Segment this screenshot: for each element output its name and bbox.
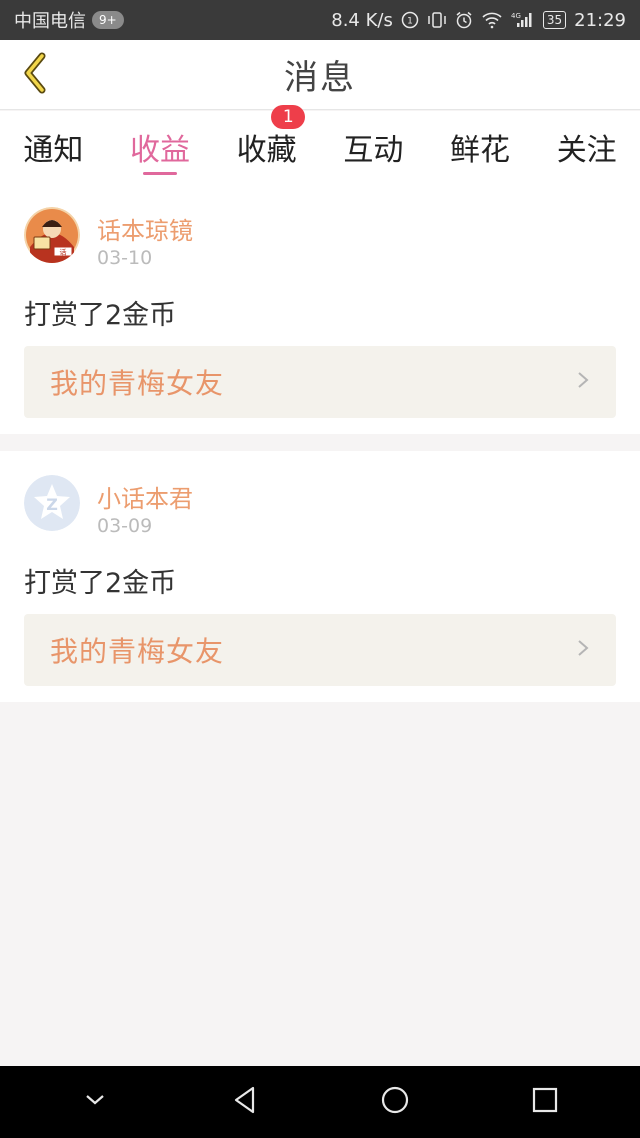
- svg-text:4G: 4G: [511, 12, 521, 20]
- book-link[interactable]: 我的青梅女友: [24, 346, 616, 418]
- message-date: 03-10: [97, 247, 153, 269]
- tab-favorites[interactable]: 收藏 1: [213, 105, 320, 183]
- sender-name[interactable]: 话本琼镜: [97, 211, 193, 246]
- avatar[interactable]: 话: [24, 207, 80, 263]
- alarm-icon: [455, 11, 473, 29]
- hd-call-icon: 1: [401, 11, 419, 29]
- svg-text:话: 话: [60, 248, 67, 257]
- message-tabs: 通知 收益 收藏 1 互动 鲜花 关注: [0, 105, 640, 183]
- square-recents-icon: [531, 1086, 559, 1118]
- clock: 21:29: [574, 9, 626, 31]
- tab-following[interactable]: 关注: [533, 111, 640, 183]
- tab-flowers[interactable]: 鲜花: [427, 111, 534, 183]
- home-nav-button[interactable]: [365, 1072, 425, 1132]
- carrier-label: 中国电信: [14, 11, 86, 32]
- vibrate-icon: [427, 11, 447, 29]
- active-tab-indicator: [143, 172, 177, 175]
- book-title: 我的青梅女友: [50, 367, 225, 400]
- chevron-right-icon: [576, 370, 590, 394]
- system-nav-bar: [0, 1066, 640, 1138]
- svg-text:Z: Z: [46, 495, 58, 514]
- status-left: 中国电信 9+: [14, 7, 124, 33]
- battery-icon: 35: [542, 11, 567, 29]
- avatar[interactable]: Z: [24, 475, 80, 531]
- chevron-down-icon: [83, 1092, 107, 1112]
- network-speed: 8.4 K/s: [331, 9, 393, 31]
- back-nav-button[interactable]: [215, 1072, 275, 1132]
- status-right: 8.4 K/s 1 4G 35 21:29: [331, 10, 626, 31]
- svg-text:1: 1: [407, 17, 413, 27]
- sender-name[interactable]: 小话本君: [97, 479, 193, 514]
- page-title: 消息: [284, 58, 356, 98]
- book-link[interactable]: 我的青梅女友: [24, 614, 616, 686]
- tab-earnings[interactable]: 收益: [107, 111, 214, 183]
- message-date: 03-09: [97, 515, 153, 537]
- tab-label: 收藏: [236, 133, 297, 168]
- tab-label: 收益: [130, 133, 190, 168]
- tab-notification[interactable]: 通知: [0, 111, 107, 183]
- tab-interaction[interactable]: 互动: [320, 111, 427, 183]
- status-bar: 中国电信 9+ 8.4 K/s 1 4G 35 21:29: [0, 0, 640, 40]
- circle-home-icon: [380, 1085, 410, 1119]
- message-card: 话 话本琼镜 03-10 打赏了2金币 我的青梅女友: [0, 183, 640, 434]
- tab-label: 关注: [556, 133, 617, 168]
- notification-count-badge: 9+: [92, 11, 124, 29]
- message-action: 打赏了2金币: [24, 568, 177, 599]
- cellular-4g-icon: 4G: [511, 11, 535, 29]
- tab-label: 鲜花: [450, 133, 511, 168]
- triangle-back-icon: [231, 1085, 259, 1119]
- chevron-left-icon: [20, 52, 50, 98]
- top-header: 消息: [0, 40, 640, 110]
- back-button[interactable]: [10, 50, 60, 100]
- wifi-icon: [481, 11, 503, 29]
- tab-label: 互动: [343, 133, 404, 168]
- hide-nav-button[interactable]: [65, 1072, 125, 1132]
- book-title: 我的青梅女友: [50, 635, 225, 668]
- chevron-right-icon: [576, 638, 590, 662]
- unread-badge: 1: [271, 105, 306, 129]
- recents-nav-button[interactable]: [515, 1072, 575, 1132]
- message-card: Z 小话本君 03-09 打赏了2金币 我的青梅女友: [0, 451, 640, 702]
- message-action: 打赏了2金币: [24, 300, 177, 331]
- tab-label: 通知: [23, 133, 84, 168]
